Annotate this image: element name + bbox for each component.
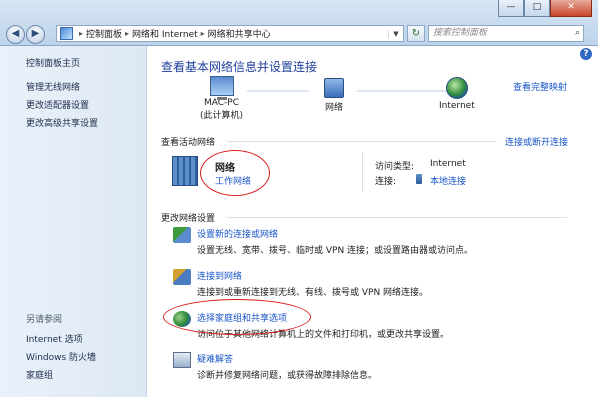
sidebar-item-manage-wireless[interactable]: 管理无线网络: [26, 80, 80, 93]
access-type-label: 访问类型:: [375, 162, 415, 172]
breadcrumb-separator: ▸: [79, 29, 84, 38]
breadcrumb-network-internet[interactable]: 网络和 Internet: [132, 27, 198, 40]
sidebar-item-control-panel-home[interactable]: 控制面板主页: [26, 56, 80, 69]
map-node-sublabel: (此计算机): [200, 111, 244, 121]
forward-icon[interactable]: ▶: [26, 25, 45, 44]
map-connector-line: [247, 90, 309, 92]
sidebar-item-windows-firewall[interactable]: Windows 防火墙: [26, 350, 96, 363]
chevron-down-icon[interactable]: ▼: [388, 29, 403, 38]
breadcrumb-sharing-center[interactable]: 网络和共享中心: [208, 27, 271, 40]
active-networks-heading: 查看活动网络: [161, 138, 216, 148]
help-icon[interactable]: ?: [580, 48, 592, 60]
network-icon: [324, 78, 344, 98]
close-button[interactable]: ✕: [550, 0, 592, 17]
new-connection-icon: [173, 227, 191, 243]
troubleshoot-link[interactable]: 疑难解答: [197, 352, 233, 365]
breadcrumb-separator: ▸: [200, 29, 205, 38]
homegroup-sharing-desc: 访问位于其他网络计算机上的文件和打印机，或更改共享设置。: [197, 330, 450, 340]
page-title: 查看基本网络信息并设置连接: [161, 60, 318, 74]
search-placeholder: 搜索控制面板: [433, 28, 488, 38]
sidebar-item-homegroup[interactable]: 家庭组: [26, 368, 53, 381]
back-icon[interactable]: ◀: [6, 25, 25, 44]
search-input[interactable]: 搜索控制面板 ⌕: [428, 25, 584, 42]
map-connector-line: [357, 90, 447, 92]
network-bench-icon: [172, 156, 198, 186]
change-settings-heading: 更改网络设置: [161, 214, 216, 224]
connect-network-link[interactable]: 连接到网络: [197, 269, 242, 282]
ethernet-plug-icon: [416, 174, 422, 184]
globe-icon: [445, 77, 468, 99]
troubleshoot-desc: 诊断并修复网络问题，或获得故障排除信息。: [197, 371, 378, 381]
connect-network-icon: [173, 269, 191, 285]
homegroup-icon: [173, 311, 191, 327]
control-panel-icon: [60, 27, 73, 40]
view-full-map-link[interactable]: 查看完整映射: [513, 80, 567, 93]
connect-disconnect-link[interactable]: 连接或断开连接: [505, 135, 568, 148]
breadcrumb-separator: ▸: [125, 29, 130, 38]
see-also-heading: 另请参阅: [26, 315, 63, 325]
network-type-link[interactable]: 工作网络: [215, 174, 251, 187]
map-node-network[interactable]: 网络: [324, 78, 344, 113]
network-sharing-center-window: — □ ✕ ◀ ▶ ▸ 控制面板 ▸ 网络和 Internet ▸ 网络和共享中…: [0, 0, 598, 397]
window-controls: — □ ✕: [498, 0, 592, 17]
breadcrumb-control-panel[interactable]: 控制面板: [86, 27, 122, 40]
setup-connection-link[interactable]: 设置新的连接或网络: [197, 227, 278, 240]
map-node-label: 网络: [324, 103, 343, 113]
troubleshoot-icon: [173, 352, 191, 368]
section-divider: [227, 141, 497, 142]
vertical-divider: [362, 152, 363, 192]
map-node-computer[interactable]: MAC-PC (此计算机): [200, 76, 243, 121]
search-icon[interactable]: ⌕: [575, 26, 580, 41]
computer-icon: [209, 76, 234, 100]
access-type-value: Internet: [430, 159, 466, 169]
map-node-label: Internet: [439, 101, 475, 111]
main-content: ? 查看基本网络信息并设置连接 查看完整映射 MAC-PC (此计算机) 网络 …: [147, 46, 598, 397]
maximize-button[interactable]: □: [524, 0, 550, 17]
minimize-button[interactable]: —: [498, 0, 524, 17]
sidebar-item-internet-options[interactable]: Internet 选项: [26, 332, 83, 345]
sidebar-item-adapter-settings[interactable]: 更改适配器设置: [26, 98, 89, 111]
window-chrome: — □ ✕ ◀ ▶ ▸ 控制面板 ▸ 网络和 Internet ▸ 网络和共享中…: [0, 0, 598, 46]
homegroup-sharing-link[interactable]: 选择家庭组和共享选项: [197, 311, 287, 324]
refresh-icon[interactable]: ↻: [407, 25, 425, 42]
setup-connection-desc: 设置无线、宽带、拨号、临时或 VPN 连接；或设置路由器或访问点。: [197, 246, 474, 256]
connections-label: 连接:: [375, 177, 397, 187]
connect-network-desc: 连接到或重新连接到无线、有线、拨号或 VPN 网络连接。: [197, 288, 429, 298]
map-node-internet[interactable]: Internet: [439, 77, 475, 111]
address-bar[interactable]: ▸ 控制面板 ▸ 网络和 Internet ▸ 网络和共享中心 ▼: [56, 25, 404, 42]
sidebar: 控制面板主页 管理无线网络 更改适配器设置 更改高级共享设置 另请参阅 Inte…: [0, 46, 147, 397]
section-divider: [227, 217, 567, 218]
sidebar-item-advanced-sharing[interactable]: 更改高级共享设置: [26, 116, 98, 129]
local-connection-link[interactable]: 本地连接: [430, 174, 466, 187]
network-name: 网络: [215, 163, 235, 174]
